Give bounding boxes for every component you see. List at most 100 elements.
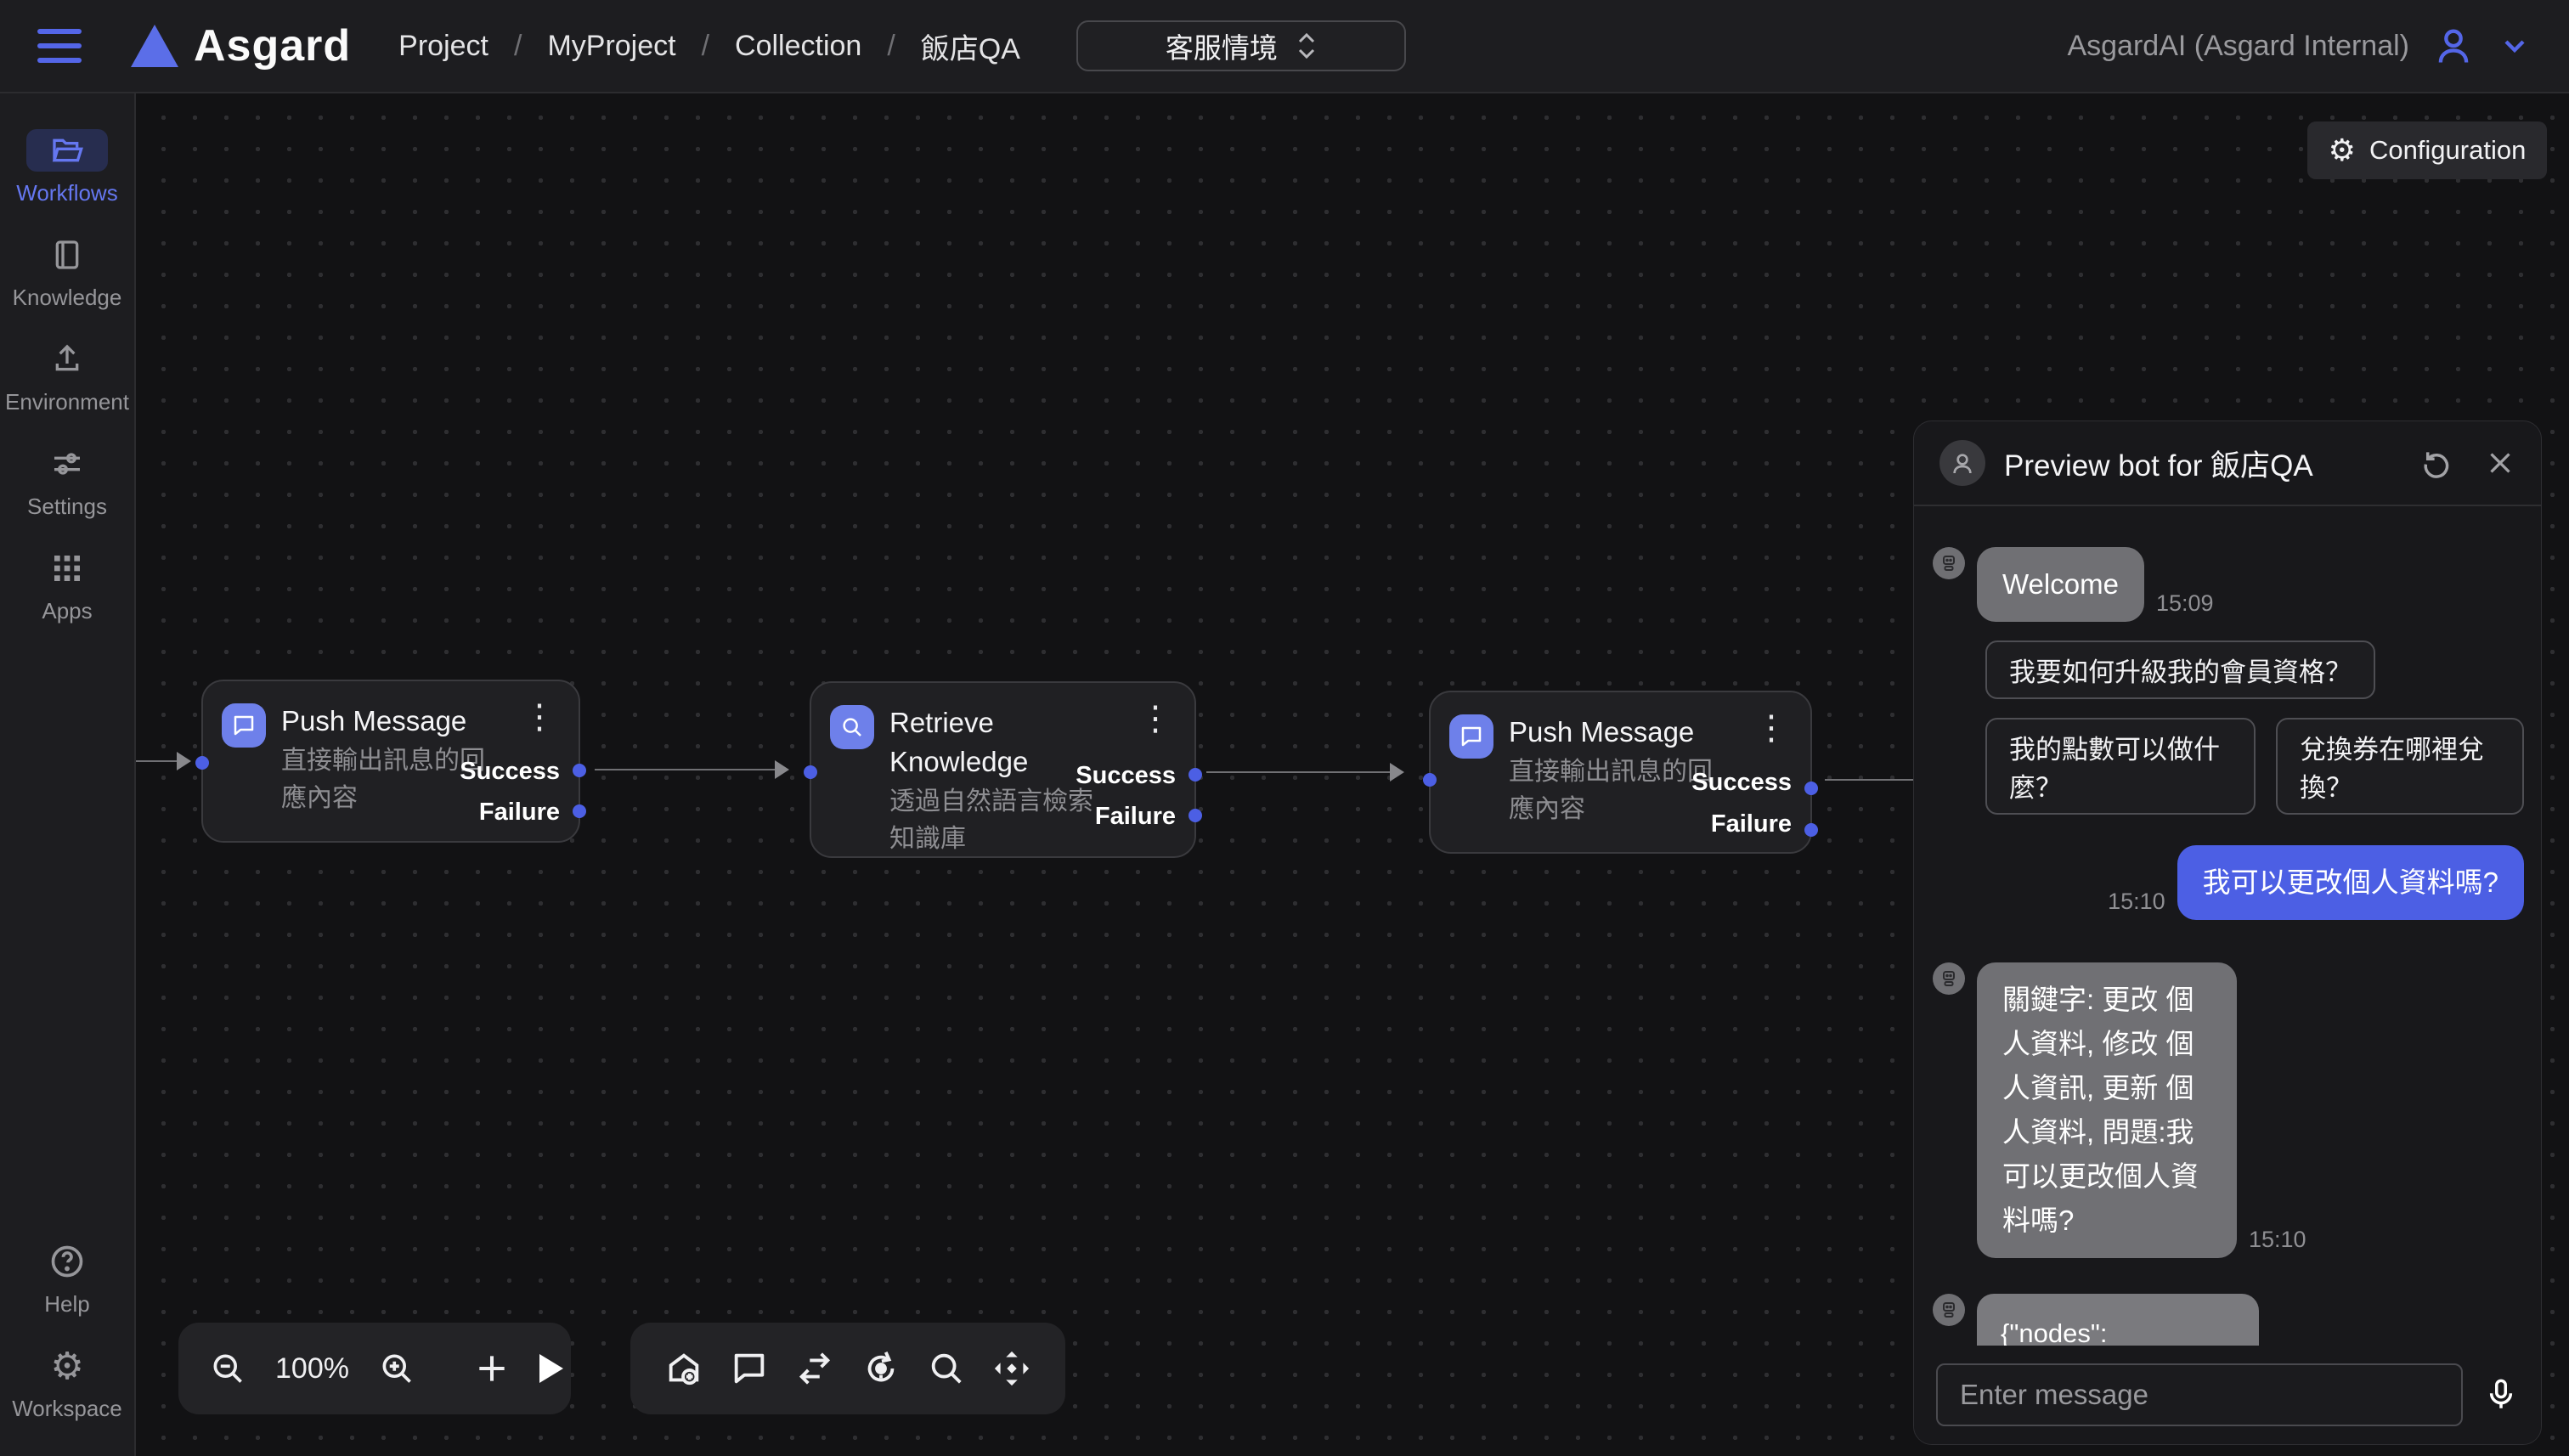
kebab-menu-icon[interactable]: ⋮ bbox=[522, 700, 556, 734]
breadcrumb-separator: / bbox=[887, 30, 895, 63]
quick-reply-chip[interactable]: 兌換券在哪裡兌換？ bbox=[2276, 718, 2524, 815]
top-header: Asgard Project / MyProject / Collection … bbox=[0, 0, 2569, 93]
breadcrumb-current[interactable]: 飯店QA bbox=[921, 25, 1020, 67]
bot-message-row: {"nodes": [{"similarity":0.6029287,"rawS… bbox=[1933, 1294, 2524, 1347]
sidebar-item-help[interactable]: Help bbox=[26, 1240, 108, 1318]
robot-icon bbox=[1933, 962, 1965, 995]
chat-bubble-icon bbox=[1449, 714, 1493, 759]
sidebar-item-label: Workspace bbox=[12, 1396, 122, 1422]
help-circle-icon bbox=[26, 1240, 108, 1283]
breadcrumb-collection[interactable]: Collection bbox=[735, 30, 861, 63]
failure-port[interactable] bbox=[573, 804, 586, 818]
node-description: 透過自然語言檢索知識庫 bbox=[889, 783, 1102, 858]
sidebar-item-settings[interactable]: Settings bbox=[26, 443, 108, 520]
sidebar-item-knowledge[interactable]: Knowledge bbox=[13, 234, 122, 311]
retry-idea-icon[interactable] bbox=[861, 1349, 901, 1388]
connection-line bbox=[1825, 779, 1917, 781]
sidebar-item-apps[interactable]: Apps bbox=[26, 547, 108, 624]
port-label-failure: Failure bbox=[1095, 803, 1176, 831]
upload-icon bbox=[26, 338, 108, 381]
port-label-failure: Failure bbox=[479, 799, 560, 827]
input-port[interactable] bbox=[1423, 773, 1437, 787]
sidebar-item-environment[interactable]: Environment bbox=[5, 338, 129, 415]
connection-arrow-icon bbox=[775, 760, 789, 779]
breadcrumb-separator: / bbox=[514, 30, 522, 63]
port-label-success: Success bbox=[1076, 762, 1176, 790]
message-time: 15:09 bbox=[2156, 590, 2214, 622]
bot-bubble: Welcome bbox=[1977, 547, 2144, 622]
user-icon bbox=[2431, 24, 2476, 68]
message-time: 15:10 bbox=[2249, 1227, 2306, 1258]
user-bubble: 我可以更改個人資料嗎? bbox=[2177, 845, 2524, 920]
zoom-out-icon[interactable] bbox=[209, 1350, 246, 1387]
sidebar-item-workflows[interactable]: Workflows bbox=[16, 129, 117, 206]
failure-port[interactable] bbox=[1804, 823, 1818, 837]
configuration-button[interactable]: ⚙ Configuration bbox=[2307, 121, 2547, 179]
bot-json-bubble: {"nodes": [{"similarity":0.6029287,"rawS… bbox=[1977, 1294, 2259, 1347]
kebab-menu-icon[interactable]: ⋮ bbox=[1754, 711, 1788, 745]
breadcrumb: Project / MyProject / Collection / 飯店QA bbox=[398, 25, 1020, 67]
menu-icon[interactable] bbox=[37, 29, 82, 63]
breadcrumb-myproject[interactable]: MyProject bbox=[547, 30, 675, 63]
input-port[interactable] bbox=[804, 765, 817, 779]
port-label-failure: Failure bbox=[1711, 810, 1792, 838]
search-icon[interactable] bbox=[927, 1349, 966, 1388]
select-updown-icon bbox=[1296, 32, 1317, 59]
swap-arrows-icon[interactable] bbox=[795, 1349, 834, 1388]
sidebar-item-label: Workflows bbox=[16, 180, 117, 206]
user-message-row: 15:10 我可以更改個人資料嗎? bbox=[1933, 845, 2524, 920]
breadcrumb-project[interactable]: Project bbox=[398, 30, 488, 63]
quick-reply-row: 我的點數可以做什麼？ 兌換券在哪裡兌換？ bbox=[1985, 718, 2524, 815]
zoom-level: 100% bbox=[275, 1352, 349, 1385]
port-label-success: Success bbox=[460, 758, 560, 786]
zoom-in-icon[interactable] bbox=[378, 1350, 415, 1387]
node-retrieve-knowledge[interactable]: Retrieve Knowledge 透過自然語言檢索知識庫 ⋮ Success… bbox=[810, 681, 1196, 858]
sidebar-item-workspace[interactable]: ⚙ Workspace bbox=[12, 1345, 122, 1422]
close-icon[interactable] bbox=[2485, 448, 2515, 478]
node-push-message-1[interactable]: Push Message 直接輸出訊息的回應內容 ⋮ Success Failu… bbox=[201, 680, 580, 843]
tools-toolbar bbox=[630, 1323, 1065, 1414]
success-port[interactable] bbox=[1804, 782, 1818, 795]
connection-arrow-icon bbox=[177, 752, 191, 770]
robot-icon bbox=[1933, 547, 1965, 579]
connection-arrow-icon bbox=[1390, 763, 1404, 782]
header-account[interactable]: AsgardAI (Asgard Internal) bbox=[2067, 24, 2532, 68]
configuration-label: Configuration bbox=[2369, 135, 2526, 166]
sidebar-item-label: Knowledge bbox=[13, 285, 122, 311]
input-port[interactable] bbox=[195, 756, 209, 770]
refresh-icon[interactable] bbox=[2420, 447, 2453, 479]
grid-dots-icon bbox=[26, 547, 108, 590]
fit-view-icon[interactable] bbox=[992, 1349, 1031, 1388]
book-icon bbox=[26, 234, 108, 276]
failure-port[interactable] bbox=[1189, 809, 1202, 822]
left-sidebar: Workflows Knowledge Environment bbox=[0, 93, 136, 1456]
kebab-menu-icon[interactable]: ⋮ bbox=[1138, 702, 1172, 736]
chat-bubble-icon bbox=[222, 703, 266, 748]
chat-input-bar bbox=[1914, 1346, 2541, 1444]
preview-bot-header: Preview bot for 飯店QA bbox=[1914, 421, 2541, 506]
message-input[interactable] bbox=[1936, 1363, 2463, 1426]
scenario-select[interactable]: 客服情境 bbox=[1076, 20, 1406, 71]
logo-triangle-icon bbox=[131, 25, 178, 67]
success-port[interactable] bbox=[1189, 768, 1202, 782]
plus-icon[interactable] bbox=[473, 1350, 511, 1387]
play-icon[interactable] bbox=[539, 1354, 563, 1383]
add-node-icon[interactable] bbox=[664, 1349, 703, 1388]
bot-message-row: Welcome 15:09 bbox=[1933, 547, 2524, 622]
message-time: 15:10 bbox=[2108, 889, 2165, 920]
breadcrumb-separator: / bbox=[702, 30, 709, 63]
zoom-toolbar: 100% bbox=[178, 1323, 571, 1414]
node-push-message-2[interactable]: Push Message 直接輸出訊息的回應內容 ⋮ Success Failu… bbox=[1429, 691, 1812, 854]
quick-reply-chip[interactable]: 我要如何升級我的會員資格？ bbox=[1985, 641, 2375, 699]
quick-reply-chip[interactable]: 我的點數可以做什麼？ bbox=[1985, 718, 2256, 815]
chat-messages[interactable]: Welcome 15:09 我要如何升級我的會員資格？ 我的點數可以做什麼？ 兌… bbox=[1914, 508, 2541, 1347]
chevron-down-icon[interactable] bbox=[2498, 29, 2532, 63]
brand-logo[interactable]: Asgard bbox=[131, 20, 351, 71]
robot-icon bbox=[1933, 1294, 1965, 1326]
node-title: Retrieve Knowledge bbox=[889, 703, 1085, 782]
success-port[interactable] bbox=[573, 764, 586, 777]
gear-icon: ⚙ bbox=[2329, 135, 2356, 166]
comment-icon[interactable] bbox=[730, 1349, 769, 1388]
microphone-icon[interactable] bbox=[2483, 1377, 2519, 1413]
preview-bot-panel: Preview bot for 飯店QA Welcome 15:09 bbox=[1913, 420, 2542, 1445]
